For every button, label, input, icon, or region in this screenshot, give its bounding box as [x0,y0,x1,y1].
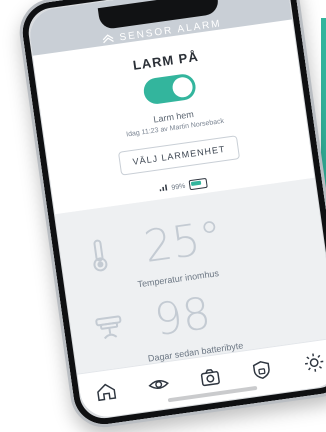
nav-view-button[interactable] [144,372,173,401]
gear-icon [301,350,326,380]
battery-days-value: 98 [151,287,214,347]
alarm-toggle-knob [171,75,194,99]
alarm-title: LARM PÅ [131,48,200,73]
choose-alarm-unit-button[interactable]: VÄLJ LARMENHET [118,135,240,176]
home-icon [94,379,120,409]
smoke-detector-icon [93,310,125,348]
eye-icon [146,372,172,402]
nav-settings-button[interactable] [300,350,326,379]
nav-home-button[interactable] [92,379,121,408]
thermometer-icon [83,237,115,275]
device-status: 99% [159,177,208,195]
alarm-toggle[interactable] [142,72,198,106]
nav-camera-button[interactable] [196,365,225,394]
signal-icon [159,184,168,193]
battery-fill [190,180,202,186]
temperature-value: 25° [140,211,226,273]
battery-percent: 99% [170,182,186,192]
nav-security-button[interactable] [248,357,277,386]
battery-icon [188,177,208,191]
shield-lock-icon [250,357,276,387]
phone-mockup: SENSOR ALARM LARM PÅ Larm hem Idag 11:23… [15,0,326,432]
camera-icon [198,364,224,394]
